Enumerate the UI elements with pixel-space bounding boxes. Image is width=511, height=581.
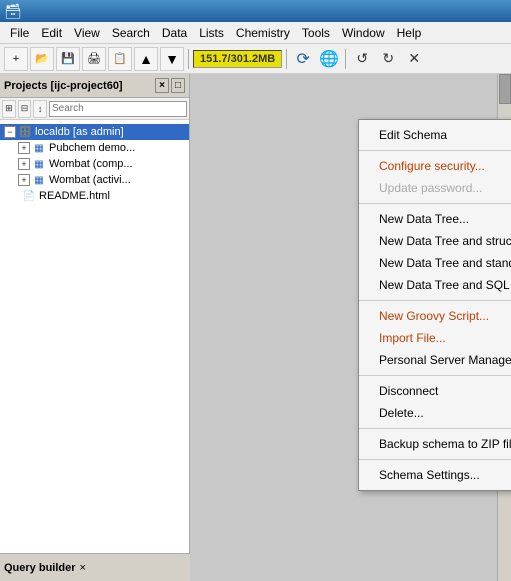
menu-search[interactable]: Search: [106, 24, 156, 42]
new-button[interactable]: +: [4, 47, 28, 71]
menu-tools[interactable]: Tools: [296, 24, 336, 42]
ctx-import-file[interactable]: Import File...: [359, 327, 511, 349]
ctx-configure-security[interactable]: Configure security...: [359, 155, 511, 177]
search-input[interactable]: [49, 101, 187, 117]
menu-view[interactable]: View: [68, 24, 106, 42]
ctx-new-data-tree-sql[interactable]: New Data Tree and SQL entity (virtual vi…: [359, 274, 511, 296]
tree-item-readme[interactable]: 📄 README.html: [0, 188, 189, 204]
close-button[interactable]: ✕: [402, 47, 426, 71]
ctx-delete[interactable]: Delete...: [359, 402, 511, 424]
ctx-schema-settings[interactable]: Schema Settings...: [359, 464, 511, 486]
ctx-new-data-tree[interactable]: New Data Tree...: [359, 208, 511, 230]
panel-close-button[interactable]: ×: [155, 78, 169, 93]
panel-header: Projects [ijc-project60] × □: [0, 74, 189, 98]
toolbar: + 📂 💾 🖨 📋 ▲ ▼ 151.7/301.2MB ⟳ 🌐 ↺ ↻ ✕: [0, 44, 511, 74]
menu-bar: File Edit View Search Data Lists Chemist…: [0, 22, 511, 44]
ctx-sep-4: [359, 375, 511, 376]
panel-maximize-button[interactable]: □: [171, 78, 185, 93]
query-builder-label: Query builder: [4, 562, 76, 574]
ctx-update-password: Update password...: [359, 177, 511, 199]
ctx-new-data-tree-standard[interactable]: New Data Tree and standard entity (table…: [359, 252, 511, 274]
tree-label-wombat1: Wombat (comp...: [49, 158, 133, 170]
refresh-icon-button[interactable]: ⟳: [291, 47, 315, 71]
menu-data[interactable]: Data: [156, 24, 193, 42]
tree-item-wombat1[interactable]: + ▦ Wombat (comp...: [14, 156, 189, 172]
collapse-all-button[interactable]: ⊟: [18, 100, 32, 118]
undo-button[interactable]: ↺: [350, 47, 374, 71]
ctx-sep-2: [359, 203, 511, 204]
expand-icon-wombat2[interactable]: +: [18, 174, 30, 186]
menu-window[interactable]: Window: [336, 24, 391, 42]
ctx-sep-3: [359, 300, 511, 301]
up-button[interactable]: ▲: [134, 47, 158, 71]
query-builder-panel: Query builder ×: [0, 553, 190, 581]
scrollbar-thumb[interactable]: [499, 74, 511, 104]
expand-icon-pubchem[interactable]: +: [18, 142, 30, 154]
open-button[interactable]: 📂: [30, 47, 54, 71]
memory-status: 151.7/301.2MB: [193, 50, 282, 68]
redo-button[interactable]: ↻: [376, 47, 400, 71]
tree-label-readme: README.html: [39, 190, 110, 202]
table-icon-pubchem: ▦: [32, 141, 46, 155]
title-bar: 🗃: [0, 0, 511, 22]
projects-panel: Projects [ijc-project60] × □ ⊞ ⊟ ↕ − 🗄 l…: [0, 74, 190, 581]
content-area: Edit Schema Configure security... Update…: [190, 74, 511, 581]
table-icon-wombat2: ▦: [32, 173, 46, 187]
globe-icon-button[interactable]: 🌐: [317, 47, 341, 71]
sort-button[interactable]: ↕: [33, 100, 47, 118]
expand-icon-localdb[interactable]: −: [4, 126, 16, 138]
ctx-new-groovy[interactable]: New Groovy Script...: [359, 305, 511, 327]
app-icon: 🗃: [4, 3, 22, 20]
panel-toolbar: ⊞ ⊟ ↕: [0, 98, 189, 120]
context-menu: Edit Schema Configure security... Update…: [358, 119, 511, 491]
ctx-sep-1: [359, 150, 511, 151]
copy-button[interactable]: 📋: [108, 47, 132, 71]
tree-label-pubchem: Pubchem demo...: [49, 142, 135, 154]
menu-lists[interactable]: Lists: [193, 24, 230, 42]
ctx-backup[interactable]: Backup schema to ZIP file...: [359, 433, 511, 455]
separator-3: [345, 49, 346, 69]
menu-chemistry[interactable]: Chemistry: [230, 24, 296, 42]
menu-help[interactable]: Help: [391, 24, 428, 42]
menu-file[interactable]: File: [4, 24, 35, 42]
expand-all-button[interactable]: ⊞: [2, 100, 16, 118]
query-builder-close[interactable]: ×: [80, 562, 86, 574]
db-icon-localdb: 🗄: [18, 125, 32, 139]
down-button[interactable]: ▼: [160, 47, 184, 71]
ctx-personal-server[interactable]: Personal Server Manager...: [359, 349, 511, 371]
ctx-disconnect[interactable]: Disconnect: [359, 380, 511, 402]
tree-item-wombat2[interactable]: + ▦ Wombat (activi...: [14, 172, 189, 188]
separator-2: [286, 49, 287, 69]
save-button[interactable]: 💾: [56, 47, 80, 71]
main-area: Projects [ijc-project60] × □ ⊞ ⊟ ↕ − 🗄 l…: [0, 74, 511, 581]
ctx-sep-5: [359, 428, 511, 429]
panel-title: Projects [ijc-project60]: [4, 80, 123, 92]
expand-icon-wombat1[interactable]: +: [18, 158, 30, 170]
ctx-edit-schema[interactable]: Edit Schema: [359, 124, 511, 146]
menu-edit[interactable]: Edit: [35, 24, 68, 42]
tree-area: − 🗄 localdb [as admin] + ▦ Pubchem demo.…: [0, 120, 189, 581]
tree-label-wombat2: Wombat (activi...: [49, 174, 131, 186]
ctx-new-data-tree-structure[interactable]: New Data Tree and structure entity (tabl…: [359, 230, 511, 252]
tree-item-pubchem[interactable]: + ▦ Pubchem demo...: [14, 140, 189, 156]
file-icon-readme: 📄: [22, 189, 36, 203]
tree-label-localdb: localdb [as admin]: [35, 126, 124, 138]
print-button[interactable]: 🖨: [82, 47, 106, 71]
tree-item-localdb[interactable]: − 🗄 localdb [as admin]: [0, 124, 189, 140]
ctx-sep-6: [359, 459, 511, 460]
separator-1: [188, 49, 189, 69]
table-icon-wombat1: ▦: [32, 157, 46, 171]
